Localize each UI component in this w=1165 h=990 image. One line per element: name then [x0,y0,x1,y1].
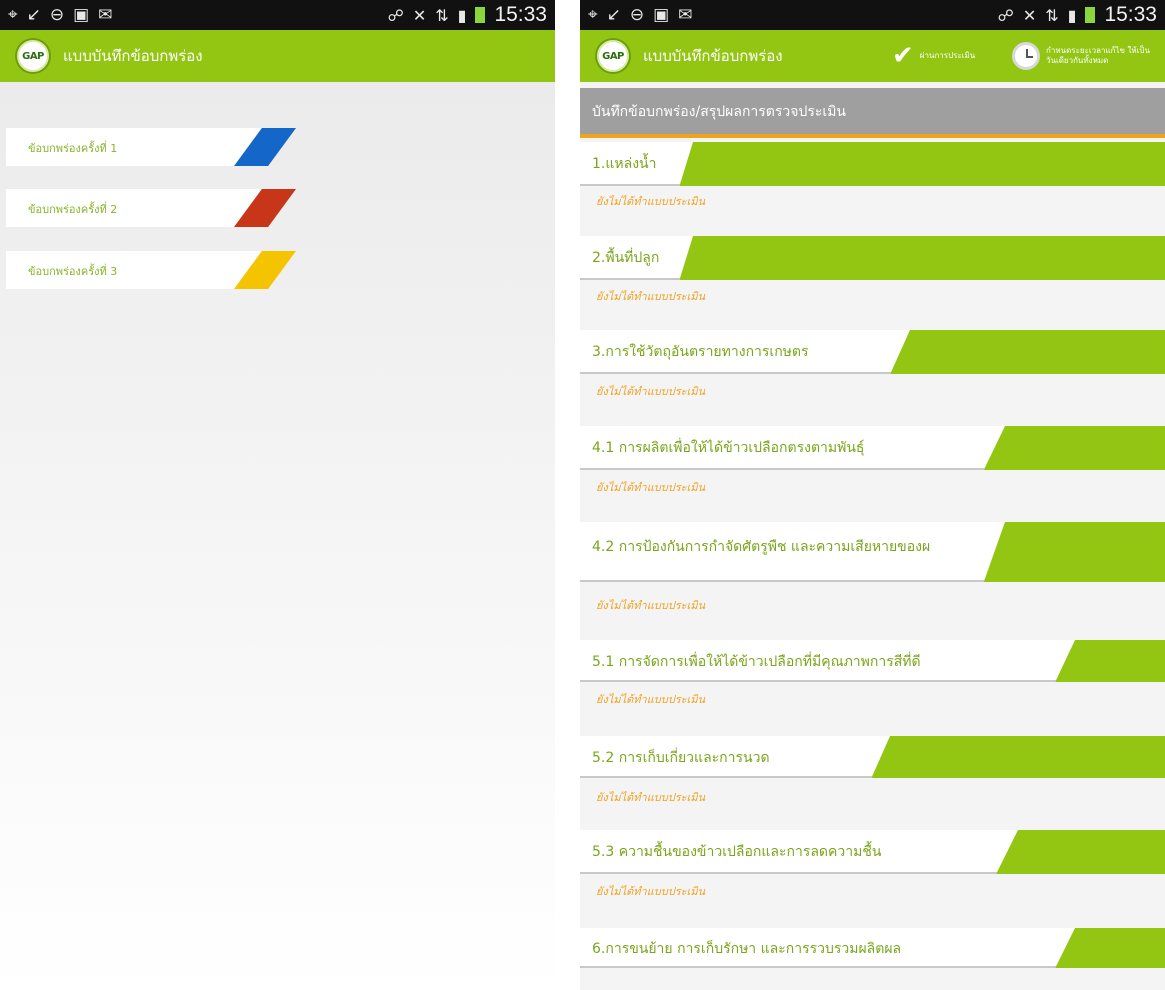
category-status: ยังไม่ได้ทำแบบประเมิน [596,791,706,804]
signal-icon: ▮ [1067,5,1077,25]
gps-icon: ⌖ [8,5,18,25]
category-title: 4.1 การผลิตเพื่อให้ได้ข้าวเปลือกตรงตามพั… [592,440,865,456]
clock-icon [1012,42,1040,70]
category-title: 5.1 การจัดการเพื่อให้ได้ข้าวเปลือกที่มีค… [592,654,921,670]
app-title: แบบบันทึกข้อบกพร่อง [63,47,203,65]
network-icon: ⇅ [1045,5,1059,25]
defect-item-3[interactable]: ข้อบกพร่องครั้งที่ 3 [6,251,296,289]
category-status: ยังไม่ได้ทำแบบประเมิน [596,290,706,303]
status-bar: ⌖ ↙ ⊖ ▣ ✉ ☍ ✕ ⇅ ▮ 15:33 [580,0,1165,30]
category-item[interactable]: 5.3 ความชื้นของข้าวเปลือกและการลดความชื้… [580,830,1165,922]
blocked-icon: ⊖ [629,5,645,25]
checkmark-icon: ✔ [892,41,914,71]
app-title: แบบบันทึกข้อบกพร่อง [643,47,783,65]
category-status: ยังไม่ได้ทำแบบประเมิน [596,885,706,898]
category-status: ยังไม่ได้ทำแบบประเมิน [596,693,706,706]
status-bar: ⌖ ↙ ⊖ ▣ ✉ ☍ ✕ ⇅ ▮ 15:33 [0,0,555,30]
mail-icon: ✉ [678,5,693,25]
set-deadline-button[interactable]: กำหนดระยะเวลาแก้ไข ให้เป็นวันเดียวกันทั้… [1012,30,1162,82]
vibrate-icon: ☍ [387,5,404,25]
category-item[interactable]: 4.1 การผลิตเพื่อให้ได้ข้าวเปลือกตรงตามพั… [580,426,1165,518]
mail-icon: ✉ [98,5,113,25]
signal-icon: ▮ [457,5,467,25]
app-bar: GAP แบบบันทึกข้อบกพร่อง [0,30,555,82]
mute-icon: ✕ [412,5,427,25]
status-time: 15:33 [1104,3,1157,26]
defect-label: ข้อบกพร่องครั้งที่ 2 [28,203,118,216]
battery-icon [475,7,486,23]
pass-evaluation-label: ผ่านการประเมิน [919,51,976,60]
right-screen: ⌖ ↙ ⊖ ▣ ✉ ☍ ✕ ⇅ ▮ 15:33 GAP แบบบันทึกข้อ… [580,0,1165,990]
left-screen: ⌖ ↙ ⊖ ▣ ✉ ☍ ✕ ⇅ ▮ 15:33 GAP แบบบันทึกข้อ… [0,0,555,990]
category-item[interactable]: 5.1 การจัดการเพื่อให้ได้ข้าวเปลือกที่มีค… [580,640,1165,732]
category-title: 4.2 การป้องกันการกำจัดศัตรูพืช และความเส… [592,539,931,555]
notification-icons: ⌖ ↙ ⊖ ▣ ✉ [8,0,112,30]
category-item[interactable]: 5.2 การเก็บเกี่ยวและการนวด ยังไม่ได้ทำแบ… [580,736,1165,828]
category-item[interactable]: 1.แหล่งน้ำ ยังไม่ได้ทำแบบประเมิน [580,142,1165,232]
set-deadline-label: กำหนดระยะเวลาแก้ไข ให้เป็นวันเดียวกันทั้… [1046,46,1150,65]
blocked-icon: ⊖ [49,5,65,25]
defect-label: ข้อบกพร่องครั้งที่ 1 [28,142,118,155]
category-status: ยังไม่ได้ทำแบบประเมิน [596,195,706,208]
category-title: 1.แหล่งน้ำ [592,156,657,172]
notification-icons: ⌖ ↙ ⊖ ▣ ✉ [588,0,692,30]
category-item[interactable]: 2.พื้นที่ปลูก ยังไม่ได้ทำแบบประเมิน [580,236,1165,328]
gap-logo[interactable]: GAP [597,40,629,72]
category-status: ยังไม่ได้ทำแบบประเมิน [596,599,706,612]
gap-logo[interactable]: GAP [17,40,49,72]
category-title: 3.การใช้วัตถุอันตรายทางการเกษตร [592,344,809,360]
category-title: 5.2 การเก็บเกี่ยวและการนวด [592,750,770,766]
status-indicators: ☍ ✕ ⇅ ▮ 15:33 [998,0,1157,30]
category-title: 5.3 ความชื้นของข้าวเปลือกและการลดความชื้… [592,844,882,860]
missed-call-icon: ↙ [606,5,621,25]
category-title: 6.การขนย้าย การเก็บรักษา และการรวบรวมผลิ… [592,941,902,957]
status-time: 15:33 [494,3,547,26]
category-item[interactable]: 6.การขนย้าย การเก็บรักษา และการรวบรวมผลิ… [580,928,1165,990]
battery-icon [1085,7,1096,23]
category-item[interactable]: 3.การใช้วัตถุอันตรายทางการเกษตร ยังไม่ได… [580,330,1165,422]
gps-icon: ⌖ [588,5,598,25]
category-item[interactable]: 4.2 การป้องกันการกำจัดศัตรูพืช และความเส… [580,522,1165,634]
vibrate-icon: ☍ [997,5,1014,25]
category-status: ยังไม่ได้ทำแบบประเมิน [596,481,706,494]
defect-label: ข้อบกพร่องครั้งที่ 3 [28,265,118,278]
missed-call-icon: ↙ [26,5,41,25]
image-icon: ▣ [73,5,90,25]
category-status: ยังไม่ได้ทำแบบประเมิน [596,385,706,398]
section-header: บันทึกข้อบกพร่อง/สรุปผลการตรวจประเมิน [580,88,1165,138]
network-icon: ⇅ [435,5,449,25]
status-indicators: ☍ ✕ ⇅ ▮ 15:33 [388,0,547,30]
mute-icon: ✕ [1022,5,1037,25]
image-icon: ▣ [653,5,670,25]
defect-item-2[interactable]: ข้อบกพร่องครั้งที่ 2 [6,189,296,227]
category-title: 2.พื้นที่ปลูก [592,250,660,266]
pass-evaluation-button[interactable]: ✔ ผ่านการประเมิน [892,30,975,82]
app-bar: GAP แบบบันทึกข้อบกพร่อง ✔ ผ่านการประเมิน… [580,30,1165,82]
defect-item-1[interactable]: ข้อบกพร่องครั้งที่ 1 [6,128,296,166]
